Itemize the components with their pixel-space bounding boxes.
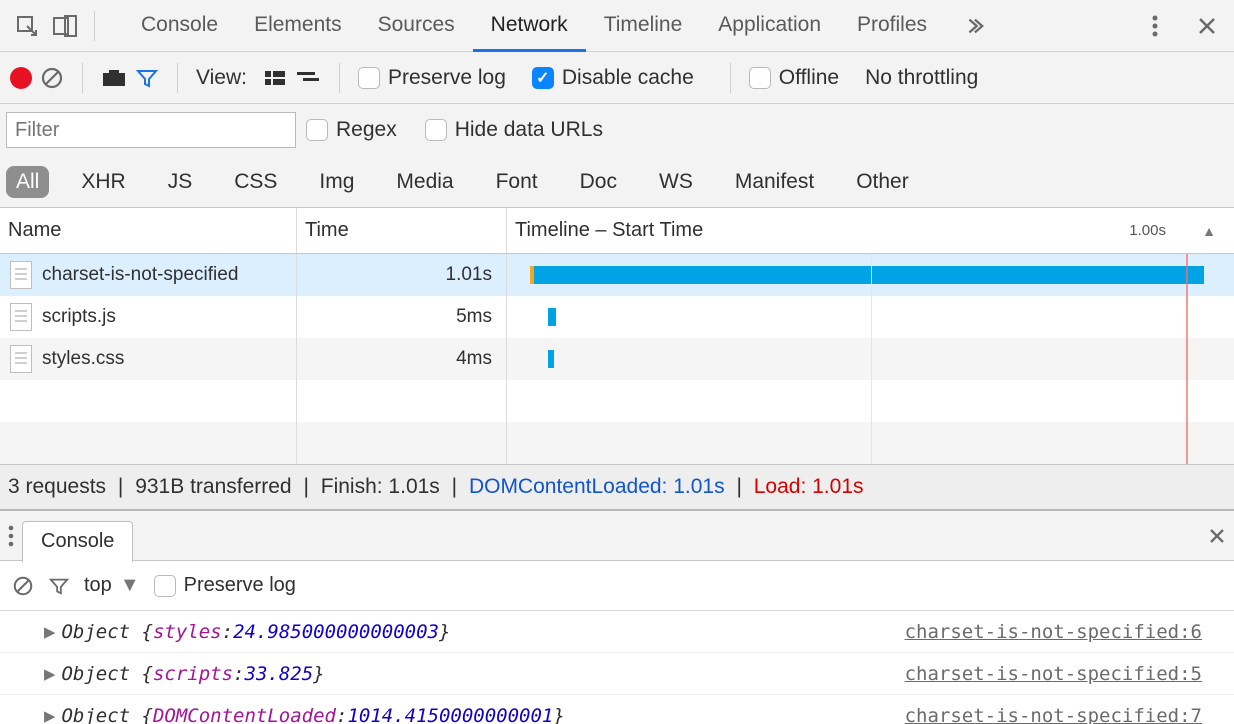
tab-profiles[interactable]: Profiles [839, 0, 945, 52]
type-filter-js[interactable]: JS [158, 166, 203, 198]
kebab-menu-icon[interactable] [1136, 7, 1174, 45]
record-button[interactable] [10, 67, 32, 89]
log-source-link[interactable]: charset-is-not-specified:6 [905, 621, 1202, 643]
network-table: charset-is-not-specified 1.01s scripts.js 5… [0, 254, 1234, 465]
type-filter-doc[interactable]: Doc [570, 166, 627, 198]
drawer-kebab-icon[interactable] [8, 525, 14, 547]
table-row[interactable]: styles.css 4ms [0, 338, 1234, 380]
disclosure-triangle-icon[interactable]: ▶ [44, 621, 55, 643]
capture-screenshot-icon[interactable] [101, 68, 127, 88]
type-filter-ws[interactable]: WS [649, 166, 703, 198]
console-log-line[interactable]: ▶Object {styles: 24.985000000000003}char… [0, 611, 1234, 653]
file-icon [10, 345, 32, 373]
disclosure-triangle-icon[interactable]: ▶ [44, 705, 55, 724]
tab-console[interactable]: Console [123, 0, 236, 52]
console-toolbar: top ▼ Preserve log [0, 561, 1234, 611]
type-filter-img[interactable]: Img [309, 166, 364, 198]
summary-transferred: 931B transferred [135, 475, 291, 499]
tab-timeline[interactable]: Timeline [586, 0, 701, 52]
console-preserve-log-checkbox[interactable]: Preserve log [154, 574, 296, 597]
timing-bar [534, 266, 1204, 284]
type-filter-other[interactable]: Other [846, 166, 919, 198]
tab-sources[interactable]: Sources [360, 0, 473, 52]
large-rows-icon[interactable] [263, 69, 287, 87]
separator [339, 63, 340, 93]
console-output: ▶Object {styles: 24.985000000000003}char… [0, 611, 1234, 724]
throttling-select[interactable]: No throttling [865, 66, 978, 90]
timing-bar [548, 350, 555, 368]
column-timeline[interactable]: Timeline – Start Time 1.00s ▲ [507, 208, 1234, 253]
type-filter-all[interactable]: All [6, 166, 49, 198]
overview-toggle-icon[interactable] [295, 69, 321, 87]
console-log-line[interactable]: ▶Object {scripts: 33.825}charset-is-not-… [0, 653, 1234, 695]
execution-context-select[interactable]: top ▼ [84, 574, 140, 597]
separator [177, 63, 178, 93]
table-row[interactable]: charset-is-not-specified 1.01s [0, 254, 1234, 296]
tab-network[interactable]: Network [473, 0, 586, 52]
close-devtools-icon[interactable] [1188, 7, 1226, 45]
timing-bar [548, 308, 556, 326]
separator [94, 11, 95, 41]
preserve-log-checkbox[interactable]: Preserve log [358, 66, 506, 90]
drawer-tabbar: Console [0, 511, 1234, 561]
panel-tabs: ConsoleElementsSourcesNetworkTimelineApp… [123, 0, 945, 52]
log-source-link[interactable]: charset-is-not-specified:7 [905, 705, 1202, 724]
type-filter-font[interactable]: Font [486, 166, 548, 198]
device-toggle-icon[interactable] [46, 7, 84, 45]
type-filter-media[interactable]: Media [386, 166, 463, 198]
offline-checkbox[interactable]: Offline [749, 66, 839, 90]
clear-icon[interactable] [40, 66, 64, 90]
column-name[interactable]: Name [0, 208, 297, 253]
request-name: scripts.js [42, 306, 116, 328]
request-name: styles.css [42, 348, 124, 370]
console-clear-icon[interactable] [12, 575, 34, 597]
sort-arrow-icon: ▲ [1202, 223, 1216, 239]
summary-load: Load: 1.01s [754, 475, 864, 499]
request-name: charset-is-not-specified [42, 264, 238, 286]
type-filter-css[interactable]: CSS [224, 166, 287, 198]
summary-dcl: DOMContentLoaded: 1.01s [469, 475, 725, 499]
devtools-tabbar: ConsoleElementsSourcesNetworkTimelineApp… [0, 0, 1234, 52]
tab-application[interactable]: Application [700, 0, 839, 52]
view-label: View: [196, 66, 247, 90]
filter-toggle-icon[interactable] [135, 67, 159, 89]
table-row[interactable]: scripts.js 5ms [0, 296, 1234, 338]
request-time: 4ms [456, 348, 492, 370]
resource-type-filter: All XHR JS CSS Img Media Font Doc WS Manifest Othe… [0, 156, 1234, 208]
drawer-close-icon[interactable] [1208, 527, 1226, 545]
file-icon [10, 303, 32, 331]
network-summary: 3 requests | 931B transferred | Finish: … [0, 465, 1234, 511]
inspect-icon[interactable] [8, 7, 46, 45]
request-time: 5ms [456, 306, 492, 328]
disclosure-triangle-icon[interactable]: ▶ [44, 663, 55, 685]
more-tabs-icon[interactable] [955, 7, 993, 45]
column-time[interactable]: Time [297, 208, 507, 253]
tab-elements[interactable]: Elements [236, 0, 360, 52]
regex-checkbox[interactable]: Regex [306, 118, 397, 142]
console-filter-icon[interactable] [48, 576, 70, 596]
separator [82, 63, 83, 93]
drawer-tab-console[interactable]: Console [22, 521, 133, 563]
disable-cache-checkbox[interactable]: Disable cache [532, 66, 694, 90]
filter-bar: Regex Hide data URLs [0, 104, 1234, 156]
hide-data-urls-checkbox[interactable]: Hide data URLs [425, 118, 603, 142]
file-icon [10, 261, 32, 289]
timeline-tick: 1.00s [1129, 222, 1166, 239]
table-header: Name Time Timeline – Start Time 1.00s ▲ [0, 208, 1234, 254]
type-filter-manifest[interactable]: Manifest [725, 166, 824, 198]
request-time: 1.01s [446, 264, 492, 286]
console-log-line[interactable]: ▶Object {DOMContentLoaded: 1014.41500000… [0, 695, 1234, 724]
separator [730, 63, 731, 93]
summary-requests: 3 requests [8, 475, 106, 499]
chevron-down-icon: ▼ [120, 574, 140, 597]
log-source-link[interactable]: charset-is-not-specified:5 [905, 663, 1202, 685]
summary-finish: Finish: 1.01s [321, 475, 440, 499]
network-toolbar: View: Preserve log Disable cache Offline… [0, 52, 1234, 104]
filter-input[interactable] [6, 112, 296, 148]
type-filter-xhr[interactable]: XHR [71, 166, 135, 198]
